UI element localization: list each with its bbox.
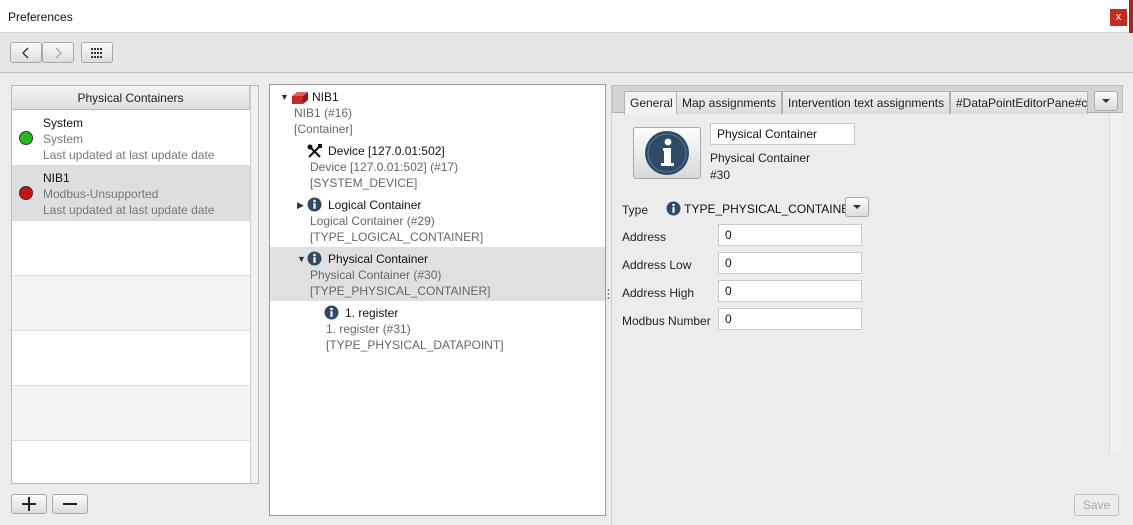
node-detail: 1. register (#31) <box>326 322 411 336</box>
node-label: 1. register <box>345 306 399 320</box>
type-value: TYPE_PHYSICAL_CONTAINER <box>666 201 858 217</box>
node-detail: Device [127.0.01:502] (#17) <box>310 160 459 174</box>
node-label: Logical Container <box>328 198 422 212</box>
grid-icon <box>91 47 102 58</box>
node-type: [TYPE_PHYSICAL_CONTAINER] <box>310 284 491 298</box>
tab-map-assignments[interactable]: Map assignments <box>676 91 783 114</box>
back-button[interactable] <box>10 42 42 63</box>
address-label: Address <box>622 230 667 244</box>
info-icon <box>307 197 322 212</box>
info-icon <box>307 251 322 266</box>
modbus-number-label: Modbus Number <box>622 314 711 328</box>
node-detail: NIB1 (#16) <box>294 106 353 120</box>
modbus-number-input[interactable] <box>718 308 862 330</box>
info-icon <box>324 305 339 320</box>
tree-node-device[interactable]: Device [127.0.01:502] Device [127.0.01:5… <box>270 141 605 195</box>
tab-general[interactable]: General <box>624 91 679 115</box>
toolbar <box>0 33 1133 73</box>
empty-row <box>12 386 250 441</box>
add-button[interactable] <box>11 494 47 514</box>
empty-row <box>12 441 250 483</box>
tab-datapoint-editor[interactable]: #DataPointEditorPane#c <box>950 91 1088 114</box>
save-button[interactable]: Save <box>1074 494 1119 516</box>
info-icon <box>666 201 681 216</box>
tab-bar: General Map assignments Intervention tex… <box>612 85 1123 115</box>
info-icon <box>645 131 689 175</box>
item-updated: Last updated at last update date <box>43 203 215 217</box>
address-high-label: Address High <box>622 286 695 300</box>
detail-scrollbar[interactable] <box>1109 113 1122 453</box>
tools-icon <box>307 144 322 158</box>
grid-menu-button[interactable] <box>81 42 113 63</box>
tab-intervention-text-assignments[interactable]: Intervention text assignments <box>782 91 951 114</box>
title-bar: Preferences x <box>0 0 1133 33</box>
item-subtitle: Modbus-Unsupported <box>43 187 159 201</box>
address-high-input[interactable] <box>718 280 862 302</box>
node-type: [TYPE_LOGICAL_CONTAINER] <box>310 230 484 244</box>
node-label: Device [127.0.01:502] <box>328 144 445 158</box>
item-name: System <box>43 116 84 130</box>
tree-node-physical-container[interactable]: ▼ Physical Container Physical Container … <box>270 247 605 301</box>
list-item-nib1[interactable]: NIB1 Modbus-Unsupported Last updated at … <box>12 166 250 221</box>
tab-overflow-button[interactable] <box>1094 91 1118 111</box>
preferences-window: Preferences x Physical Containers System <box>0 0 1133 525</box>
address-input[interactable] <box>718 224 862 246</box>
expanded-arrow-icon[interactable]: ▼ <box>280 92 289 102</box>
status-green-icon <box>19 131 33 145</box>
list-item-system[interactable]: System System Last updated at last updat… <box>12 111 250 166</box>
collapsed-arrow-icon[interactable]: ▶ <box>297 200 304 211</box>
tree-node-register[interactable]: 1. register 1. register (#31) [TYPE_PHYS… <box>270 303 605 357</box>
item-name: NIB1 <box>43 171 70 185</box>
chevron-down-icon <box>853 205 861 209</box>
chevron-down-icon <box>1102 99 1110 103</box>
list-header: Physical Containers <box>12 86 250 110</box>
chevron-left-icon <box>22 47 29 58</box>
type-dropdown-button[interactable] <box>845 197 869 217</box>
type-value-text: TYPE_PHYSICAL_CONTAINER <box>684 202 858 216</box>
close-button[interactable]: x <box>1110 9 1127 26</box>
empty-row <box>12 276 250 331</box>
chevron-right-icon <box>55 47 62 58</box>
tree-node-nib1[interactable]: ▼ NIB1 NIB1 (#16) [Container] <box>270 87 605 141</box>
minus-icon <box>63 503 77 505</box>
item-updated: Last updated at last update date <box>43 148 215 162</box>
splitter-handle-icon[interactable] <box>607 288 610 300</box>
node-label: NIB1 <box>312 90 339 104</box>
item-subtitle: System <box>43 132 84 146</box>
node-type: [Container] <box>294 122 353 136</box>
physical-containers-list: Physical Containers System System Last u… <box>11 85 259 484</box>
empty-row <box>12 331 250 386</box>
node-detail: Logical Container (#29) <box>310 214 435 228</box>
element-icon-button[interactable] <box>633 127 701 179</box>
node-type: [SYSTEM_DEVICE] <box>310 176 418 190</box>
window-title: Preferences <box>8 10 73 24</box>
forward-button[interactable] <box>42 42 74 63</box>
brick-icon <box>292 92 308 104</box>
node-type: [TYPE_PHYSICAL_DATAPOINT] <box>326 338 504 352</box>
container-tree: ▼ NIB1 NIB1 (#16) [Container] Device [12… <box>269 84 606 516</box>
address-low-input[interactable] <box>718 252 862 274</box>
name-input[interactable] <box>710 123 855 145</box>
node-label: Physical Container <box>328 252 429 266</box>
address-low-label: Address Low <box>622 258 692 272</box>
plus-icon <box>22 497 36 511</box>
tree-node-logical-container[interactable]: ▶ Logical Container Logical Container (#… <box>270 195 605 249</box>
detail-pane: General Map assignments Intervention tex… <box>611 85 1123 525</box>
element-type-name: Physical Container <box>710 151 811 165</box>
status-red-icon <box>19 186 33 200</box>
type-label: Type <box>622 203 649 217</box>
empty-row <box>12 221 250 276</box>
list-scrollbar[interactable] <box>250 86 258 483</box>
expanded-arrow-icon[interactable]: ▼ <box>297 254 306 264</box>
element-id: #30 <box>710 168 731 182</box>
remove-button[interactable] <box>52 494 88 514</box>
content-area: Physical Containers System System Last u… <box>0 73 1133 525</box>
node-detail: Physical Container (#30) <box>310 268 442 282</box>
